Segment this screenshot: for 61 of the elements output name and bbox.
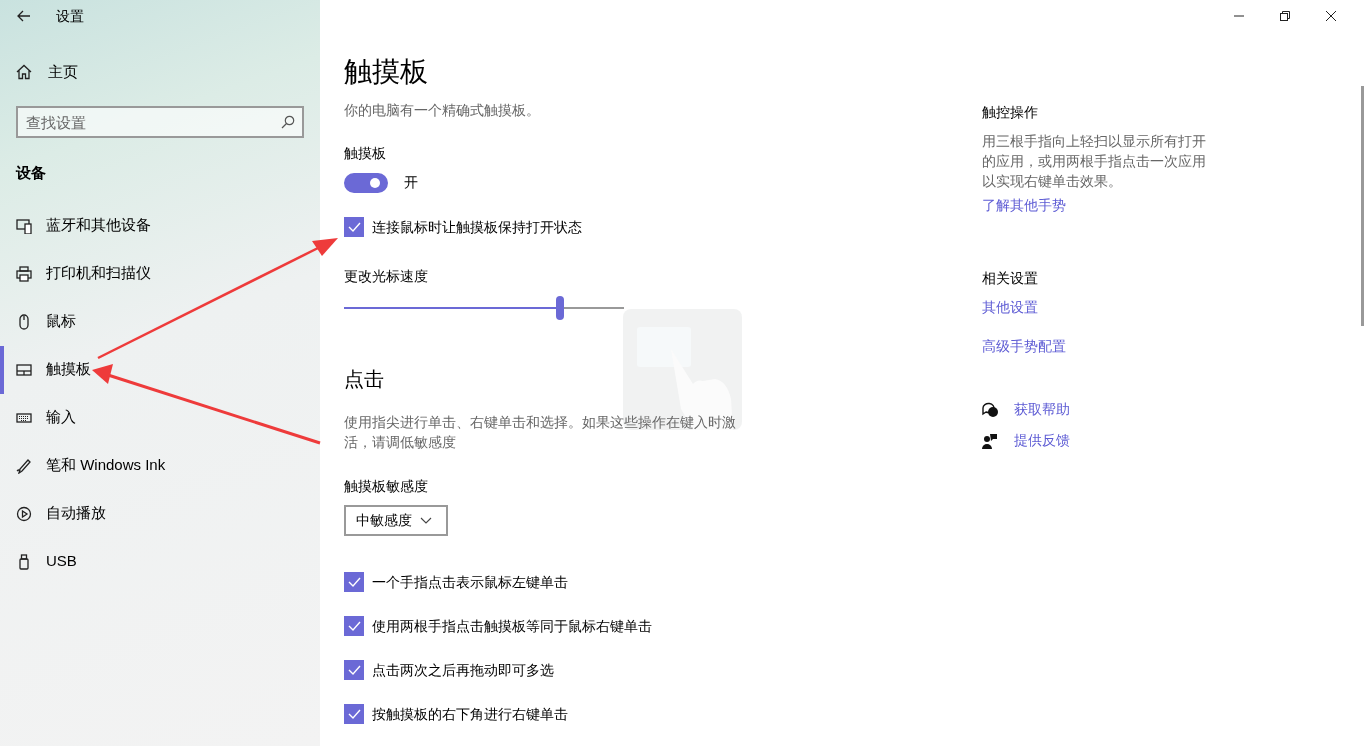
sidebar-item[interactable]: 笔和 Windows Ink xyxy=(0,441,320,490)
close-icon xyxy=(1326,11,1336,21)
window-title: 设置 xyxy=(56,6,84,26)
checkmark-icon xyxy=(346,663,362,677)
checkbox[interactable] xyxy=(344,572,364,592)
sidebar-item[interactable]: 鼠标 xyxy=(0,297,320,346)
checkmark-icon xyxy=(346,220,362,234)
touchpad-icon xyxy=(16,361,32,378)
slider-thumb[interactable] xyxy=(555,296,564,320)
mouse-icon xyxy=(16,313,32,330)
link[interactable]: 提供反馈 xyxy=(982,430,1246,451)
section-heading: 设备 xyxy=(16,163,47,183)
keyboard-phone-icon xyxy=(16,217,32,234)
pen-icon xyxy=(16,457,32,474)
sidebar-item[interactable]: 自动播放 xyxy=(0,489,320,538)
search-icon xyxy=(281,115,295,129)
sidebar-item[interactable]: 打印机和扫描仪 xyxy=(0,249,320,298)
play-circle-icon xyxy=(16,505,32,522)
description: 使用指尖进行单击、右键单击和选择。如果这些操作在键入时激活，请调低敏感度 xyxy=(344,413,737,452)
aside-heading: 相关设置 xyxy=(982,269,1039,288)
page-title: 触摸板 xyxy=(344,55,429,89)
checkbox-label: 一个手指点击表示鼠标左键单击 xyxy=(372,572,568,592)
home-link[interactable]: 主页 xyxy=(0,56,84,88)
checkbox[interactable] xyxy=(344,660,364,680)
sidebar-item[interactable]: 输入 xyxy=(0,393,320,442)
checkbox[interactable] xyxy=(344,217,364,237)
description: 你的电脑有一个精确式触摸板。 xyxy=(344,101,541,120)
home-icon xyxy=(16,64,32,80)
checkbox-label: 连接鼠标时让触摸板保持打开状态 xyxy=(372,217,582,237)
link[interactable]: 其他设置 xyxy=(982,297,1246,318)
back-arrow-icon xyxy=(17,10,31,22)
checkbox-label: 使用两根手指点击触摸板等同于鼠标右键单击 xyxy=(372,616,652,636)
restore-icon xyxy=(1280,11,1290,21)
help-chat-icon xyxy=(982,401,998,418)
person-feedback-icon xyxy=(982,432,998,449)
checkmark-icon xyxy=(346,619,362,633)
usb-drive-icon xyxy=(16,553,32,570)
aside-heading: 触控操作 xyxy=(982,103,1039,122)
checkbox[interactable] xyxy=(344,616,364,636)
toggle-switch[interactable] xyxy=(344,172,388,193)
checkmark-icon xyxy=(346,575,362,589)
checkbox[interactable] xyxy=(344,704,364,724)
checkbox-label: 按触摸板的右下角进行右键单击 xyxy=(372,704,568,724)
scrollbar[interactable] xyxy=(1361,86,1364,326)
sidebar-item[interactable]: USB xyxy=(0,537,320,586)
slider-label: 更改光标速度 xyxy=(344,267,429,286)
link[interactable]: 了解其他手势 xyxy=(982,195,1066,216)
aside-text: 用三根手指向上轻扫以显示所有打开的应用，或用两根手指点击一次应用以实现右键单击效果。 xyxy=(982,132,1207,191)
checkbox-label: 点击两次之后再拖动即可多选 xyxy=(372,660,554,680)
sidebar-item[interactable]: 蓝牙和其他设备 xyxy=(0,201,320,250)
section-heading: 点击 xyxy=(344,367,385,392)
toggle-state: 开 xyxy=(404,173,418,192)
chevron-down-icon xyxy=(420,516,432,525)
checkmark-icon xyxy=(346,707,362,721)
printer-icon xyxy=(16,265,32,282)
sensitivity-dropdown[interactable]: 中敏感度 xyxy=(344,505,448,536)
search-field[interactable]: 查找设置 xyxy=(16,106,304,138)
toggle-label: 触摸板 xyxy=(344,144,387,163)
dropdown-label: 触摸板敏感度 xyxy=(344,477,429,496)
link[interactable]: 高级手势配置 xyxy=(982,336,1246,357)
link[interactable]: 获取帮助 xyxy=(982,399,1246,420)
